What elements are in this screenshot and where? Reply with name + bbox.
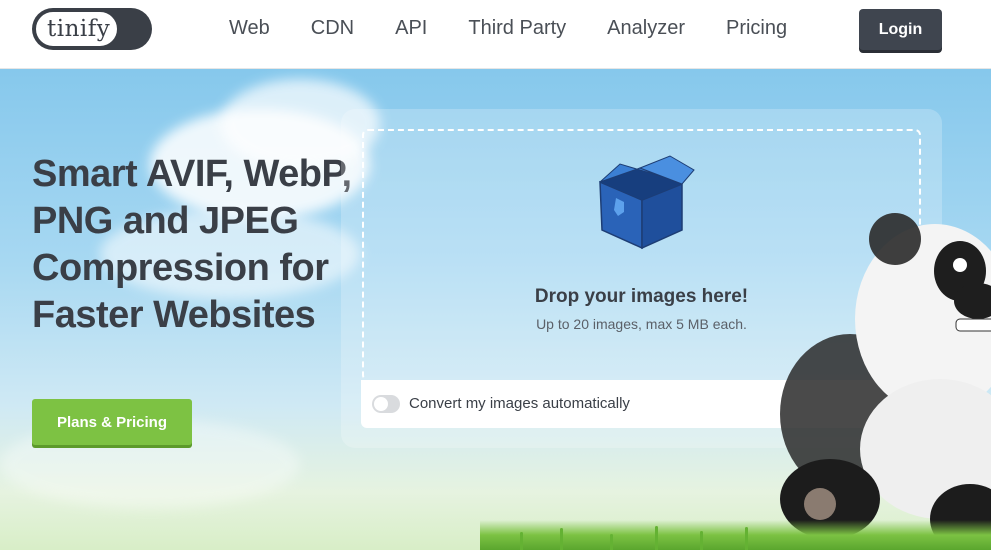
box-icon [599, 155, 695, 250]
panda-mascot [780, 213, 991, 550]
nav-web[interactable]: Web [229, 17, 270, 40]
logo-text: tinify [47, 16, 111, 42]
login-button[interactable]: Login [859, 9, 942, 50]
tinify-logo[interactable]: tinify [32, 8, 152, 50]
toggle-knob [374, 397, 388, 411]
grass-decoration [480, 520, 991, 550]
nav-api[interactable]: API [395, 17, 427, 40]
hero-section: Smart AVIF, WebP, PNG and JPEG Compressi… [0, 69, 991, 550]
grass-blade [560, 528, 563, 550]
nav-cdn[interactable]: CDN [311, 17, 354, 40]
grass-blade [520, 532, 523, 550]
main-nav: Web CDN API Third Party Analyzer Pricing [229, 17, 828, 40]
convert-toggle[interactable] [372, 395, 400, 413]
hero-headline: Smart AVIF, WebP, PNG and JPEG Compressi… [32, 153, 352, 336]
nav-analyzer[interactable]: Analyzer [607, 17, 685, 40]
nav-pricing[interactable]: Pricing [726, 17, 787, 40]
grass-blade [655, 526, 658, 550]
grass-blade [745, 527, 748, 550]
grass-blade [700, 531, 703, 550]
grass-blade [610, 534, 613, 550]
logo-pill: tinify [35, 11, 118, 47]
site-header: tinify Web CDN API Third Party Analyzer … [0, 0, 991, 69]
nav-third-party[interactable]: Third Party [468, 17, 566, 40]
plans-pricing-button[interactable]: Plans & Pricing [32, 399, 192, 445]
convert-label: Convert my images automatically [409, 395, 630, 412]
